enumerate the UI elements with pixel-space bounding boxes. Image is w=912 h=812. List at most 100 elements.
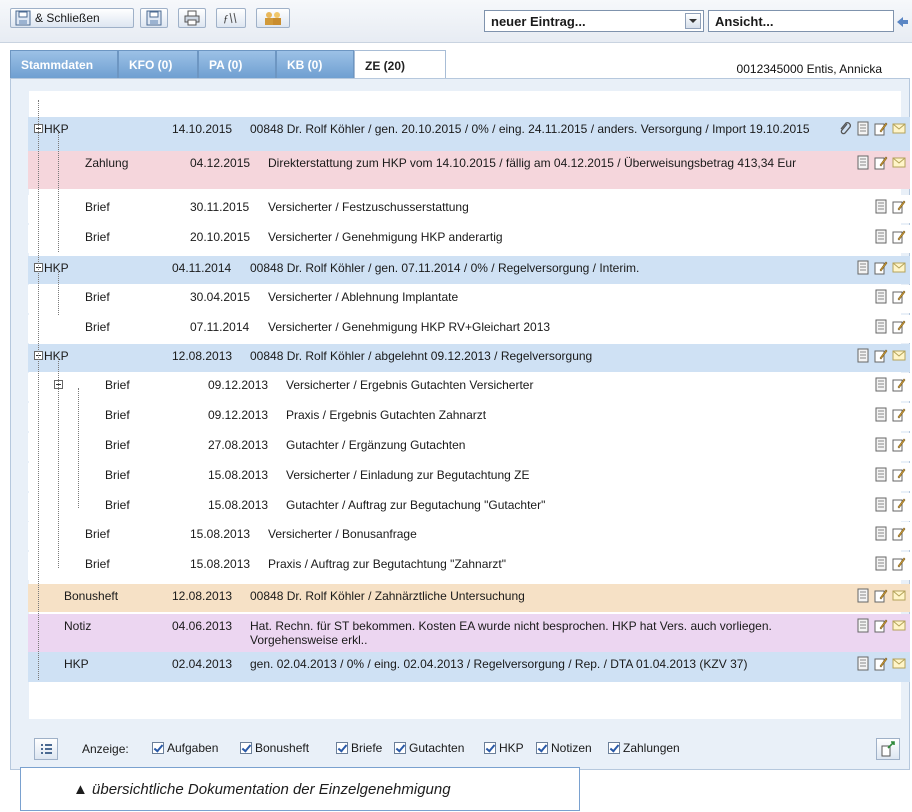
view-combo[interactable]: Ansicht... <box>708 10 894 32</box>
document-icon[interactable] <box>874 377 888 392</box>
edit-icon[interactable] <box>874 618 888 633</box>
tree-row[interactable]: Brief 09.12.2013 Versicherter / Ergebnis G… <box>28 373 910 401</box>
tree-row[interactable]: Brief 30.11.2015 Versicherter / Festzuschu… <box>28 195 910 223</box>
mail-icon[interactable] <box>892 121 906 136</box>
edit-icon[interactable] <box>874 656 888 671</box>
row-actions <box>874 556 906 571</box>
edit-icon[interactable] <box>892 289 906 304</box>
save-button[interactable] <box>140 8 168 28</box>
document-icon[interactable] <box>874 199 888 214</box>
tree-row[interactable]: HKP 04.11.2014 00848 Dr. Rolf Köhler / gen… <box>28 256 910 284</box>
tab-ze[interactable]: ZE (20) <box>354 50 446 80</box>
chevron-down-icon[interactable] <box>685 13 701 29</box>
tree-row[interactable]: Brief 20.10.2015 Versicherter / Genehmigun… <box>28 225 910 253</box>
tree-row[interactable]: Brief 15.08.2013 Versicherter / Einladung … <box>28 463 910 491</box>
entry-description: Versicherter / Ablehnung Implantate <box>268 290 459 304</box>
tab-pa[interactable]: PA (0) <box>198 50 276 78</box>
printer-icon <box>184 10 200 26</box>
checkbox-checked-icon[interactable] <box>484 742 496 754</box>
document-icon[interactable] <box>874 437 888 452</box>
users-button[interactable] <box>256 8 290 28</box>
document-icon[interactable] <box>856 588 870 603</box>
mail-icon[interactable] <box>892 348 906 363</box>
edit-icon[interactable] <box>874 121 888 136</box>
edit-icon[interactable] <box>874 260 888 275</box>
document-icon[interactable] <box>856 121 870 136</box>
tree-row[interactable]: Brief 15.08.2013 Praxis / Auftrag zur Begu… <box>28 552 910 580</box>
tab-stammdaten[interactable]: Stammdaten <box>10 50 118 78</box>
document-icon[interactable] <box>874 497 888 512</box>
checkbox-checked-icon[interactable] <box>536 742 548 754</box>
refresh-icon[interactable] <box>895 14 909 30</box>
checkbox-checked-icon[interactable] <box>336 742 348 754</box>
tree-row[interactable]: Brief 09.12.2013 Praxis / Ergebnis Gutacht… <box>28 403 910 431</box>
checkbox-checked-icon[interactable] <box>152 742 164 754</box>
document-icon[interactable] <box>874 289 888 304</box>
edit-icon[interactable] <box>892 497 906 512</box>
filter-notizen[interactable]: Notizen <box>536 741 592 755</box>
checkbox-checked-icon[interactable] <box>240 742 252 754</box>
edit-icon[interactable] <box>892 407 906 422</box>
entry-type: Zahlung <box>85 156 129 170</box>
edit-icon[interactable] <box>892 437 906 452</box>
sort-button[interactable]: ƒ <box>216 8 246 28</box>
row-actions <box>874 497 906 512</box>
edit-icon[interactable] <box>874 588 888 603</box>
filter-briefe[interactable]: Briefe <box>336 741 382 755</box>
edit-icon[interactable] <box>892 199 906 214</box>
print-button[interactable] <box>178 8 206 28</box>
edit-icon[interactable] <box>892 377 906 392</box>
document-icon[interactable] <box>856 348 870 363</box>
tree-row[interactable]: Brief 30.04.2015 Versicherter / Ablehnung … <box>28 285 910 313</box>
edit-icon[interactable] <box>874 348 888 363</box>
tree-connector <box>58 132 59 252</box>
new-entry-combo[interactable]: neuer Eintrag... <box>484 10 704 32</box>
document-icon[interactable] <box>874 526 888 541</box>
document-icon[interactable] <box>874 407 888 422</box>
document-icon[interactable] <box>856 155 870 170</box>
save-close-button[interactable]: & Schließen <box>10 8 134 28</box>
edit-icon[interactable] <box>892 526 906 541</box>
tree-row[interactable]: Brief 27.08.2013 Gutachter / Ergänzung Gut… <box>28 433 910 461</box>
paperclip-icon[interactable] <box>838 121 852 136</box>
mail-icon[interactable] <box>892 588 906 603</box>
edit-icon[interactable] <box>892 319 906 334</box>
tree-row[interactable]: Brief 07.11.2014 Versicherter / Genehmigun… <box>28 315 910 343</box>
tree-row[interactable]: Zahlung 04.12.2015 Direkterstattung zum HK… <box>28 151 910 189</box>
checkbox-checked-icon[interactable] <box>608 742 620 754</box>
filter-aufgaben[interactable]: Aufgaben <box>152 741 218 755</box>
tree-row[interactable]: HKP 02.04.2013 gen. 02.04.2013 / 0% / eing… <box>28 652 910 682</box>
document-icon[interactable] <box>856 656 870 671</box>
tree-row[interactable]: Notiz 04.06.2013 Hat. Rechn. für ST bekomm… <box>28 614 910 652</box>
mail-icon[interactable] <box>892 260 906 275</box>
tree-row[interactable]: Bonusheft 12.08.2013 00848 Dr. Rolf Köhler… <box>28 584 910 612</box>
document-icon[interactable] <box>874 319 888 334</box>
filter-zahlungen[interactable]: Zahlungen <box>608 741 680 755</box>
mail-icon[interactable] <box>892 155 906 170</box>
document-icon[interactable] <box>856 618 870 633</box>
filter-hkp[interactable]: HKP <box>484 741 524 755</box>
checkbox-checked-icon[interactable] <box>394 742 406 754</box>
edit-icon[interactable] <box>874 155 888 170</box>
document-icon[interactable] <box>874 556 888 571</box>
list-toggle-button[interactable] <box>34 738 58 760</box>
mail-icon[interactable] <box>892 656 906 671</box>
tab-kb[interactable]: KB (0) <box>276 50 354 78</box>
filter-gutachten[interactable]: Gutachten <box>394 741 464 755</box>
edit-icon[interactable] <box>892 467 906 482</box>
mail-icon[interactable] <box>892 618 906 633</box>
filter-bonusheft[interactable]: Bonusheft <box>240 741 309 755</box>
tree-row[interactable]: HKP 12.08.2013 00848 Dr. Rolf Köhler / abg… <box>28 344 910 372</box>
export-button[interactable] <box>876 738 900 760</box>
tab-kfo[interactable]: KFO (0) <box>118 50 198 78</box>
save-close-label: & Schließen <box>35 11 100 25</box>
entry-date: 07.11.2014 <box>190 320 250 334</box>
tree-row[interactable]: Brief 15.08.2013 Versicherter / Bonusanfra… <box>28 522 910 550</box>
document-icon[interactable] <box>874 229 888 244</box>
tree-row[interactable]: Brief 15.08.2013 Gutachter / Auftrag zur B… <box>28 493 910 521</box>
tree-row[interactable]: HKP 14.10.2015 00848 Dr. Rolf Köhler / gen… <box>28 117 910 151</box>
edit-icon[interactable] <box>892 229 906 244</box>
document-icon[interactable] <box>874 467 888 482</box>
document-icon[interactable] <box>856 260 870 275</box>
edit-icon[interactable] <box>892 556 906 571</box>
